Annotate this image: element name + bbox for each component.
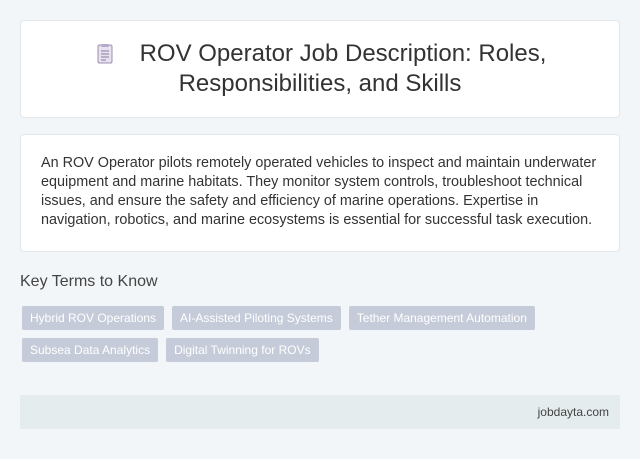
description-card: An ROV Operator pilots remotely operated… xyxy=(20,134,620,252)
tag-hybrid-rov-operations[interactable]: Hybrid ROV Operations xyxy=(22,306,165,330)
footer: jobdayta.com xyxy=(20,395,620,429)
key-terms-heading: Key Terms to Know xyxy=(20,273,158,290)
document-icon xyxy=(97,44,113,64)
footer-site-link[interactable]: jobdayta.com xyxy=(538,405,609,419)
page: ROV Operator Job Description: Roles, Res… xyxy=(0,0,640,459)
title-card: ROV Operator Job Description: Roles, Res… xyxy=(20,20,620,118)
tag-row: Subsea Data Analytics Digital Twinning f… xyxy=(22,338,622,362)
description-text: An ROV Operator pilots remotely operated… xyxy=(41,155,597,228)
page-title-part-1: ROV Operator Job Description: Roles, xyxy=(139,40,547,67)
tag-ai-assisted-piloting-systems[interactable]: AI-Assisted Piloting Systems xyxy=(172,306,341,330)
tag-digital-twinning-for-rovs[interactable]: Digital Twinning for ROVs xyxy=(166,338,319,362)
tag-tether-management-automation[interactable]: Tether Management Automation xyxy=(348,306,535,330)
key-terms-tags: Hybrid ROV Operations AI-Assisted Piloti… xyxy=(22,306,622,370)
tag-row: Hybrid ROV Operations AI-Assisted Piloti… xyxy=(22,306,622,330)
tag-subsea-data-analytics[interactable]: Subsea Data Analytics xyxy=(22,338,159,362)
title-line-1: ROV Operator Job Description: Roles, xyxy=(94,39,547,69)
page-title-part-2: Responsibilities, and Skills xyxy=(178,70,462,97)
